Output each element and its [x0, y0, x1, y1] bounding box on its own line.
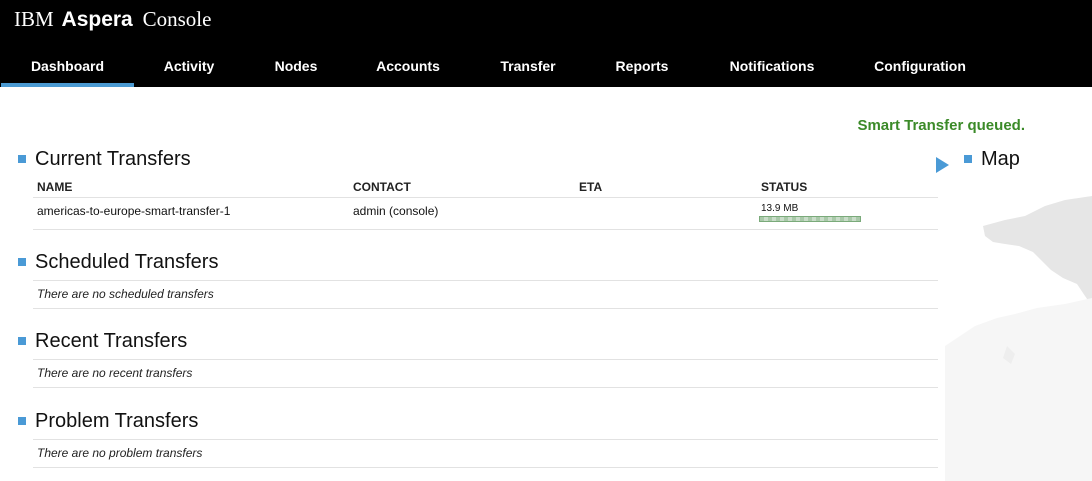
scheduled-transfers-header: Scheduled Transfers [18, 250, 218, 274]
brand-logo[interactable]: IBM Aspera Console [14, 6, 211, 33]
section-divider [33, 280, 938, 281]
scheduled-empty-message: There are no scheduled transfers [37, 287, 214, 301]
map-landmass [983, 196, 1092, 306]
nav-accounts[interactable]: Accounts [358, 46, 458, 87]
nav-notifications[interactable]: Notifications [717, 46, 827, 87]
column-header-name[interactable]: NAME [37, 180, 72, 194]
world-map[interactable] [945, 186, 1092, 481]
section-divider [33, 387, 938, 388]
map-header: Map [964, 147, 1020, 171]
nav-dashboard[interactable]: Dashboard [1, 46, 134, 87]
column-header-contact[interactable]: CONTACT [353, 180, 411, 194]
top-bar: IBM Aspera Console Dashboard Activity No… [0, 0, 1092, 87]
status-message: Smart Transfer queued. [857, 117, 1025, 134]
table-divider [33, 197, 938, 198]
section-divider [33, 359, 938, 360]
nav-transfer[interactable]: Transfer [478, 46, 578, 87]
brand-aspera: Aspera [61, 8, 133, 31]
transfer-contact: admin (console) [353, 204, 439, 218]
bullet-square-icon [18, 155, 26, 163]
recent-transfers-header: Recent Transfers [18, 329, 187, 353]
column-header-status[interactable]: STATUS [761, 180, 807, 194]
map-landmass [945, 298, 1092, 481]
nav-configuration[interactable]: Configuration [860, 46, 980, 87]
current-transfers-header: Current Transfers [18, 147, 191, 171]
section-divider [33, 439, 938, 440]
nav-reports[interactable]: Reports [592, 46, 692, 87]
nav-nodes[interactable]: Nodes [246, 46, 346, 87]
bullet-square-icon [964, 155, 972, 163]
recent-empty-message: There are no recent transfers [37, 366, 193, 380]
expand-arrow-icon[interactable] [936, 157, 949, 173]
problem-transfers-title: Problem Transfers [35, 409, 199, 432]
brand-console: Console [142, 7, 212, 31]
transfer-name[interactable]: americas-to-europe-smart-transfer-1 [37, 204, 230, 218]
map-title: Map [981, 147, 1020, 170]
bullet-square-icon [18, 417, 26, 425]
recent-transfers-title: Recent Transfers [35, 329, 188, 352]
section-divider [33, 308, 938, 309]
current-transfers-title: Current Transfers [35, 147, 191, 170]
transfer-progress-fill [760, 217, 860, 221]
brand-ibm: IBM [14, 7, 54, 31]
section-divider [33, 467, 938, 468]
scheduled-transfers-title: Scheduled Transfers [35, 250, 219, 273]
column-header-eta[interactable]: ETA [579, 180, 602, 194]
transfer-progress-bar [759, 216, 861, 222]
problem-empty-message: There are no problem transfers [37, 446, 203, 460]
bullet-square-icon [18, 337, 26, 345]
table-divider [33, 229, 938, 230]
problem-transfers-header: Problem Transfers [18, 409, 198, 433]
transfer-status-size: 13.9 MB [761, 203, 799, 214]
bullet-square-icon [18, 258, 26, 266]
nav-activity[interactable]: Activity [139, 46, 239, 87]
